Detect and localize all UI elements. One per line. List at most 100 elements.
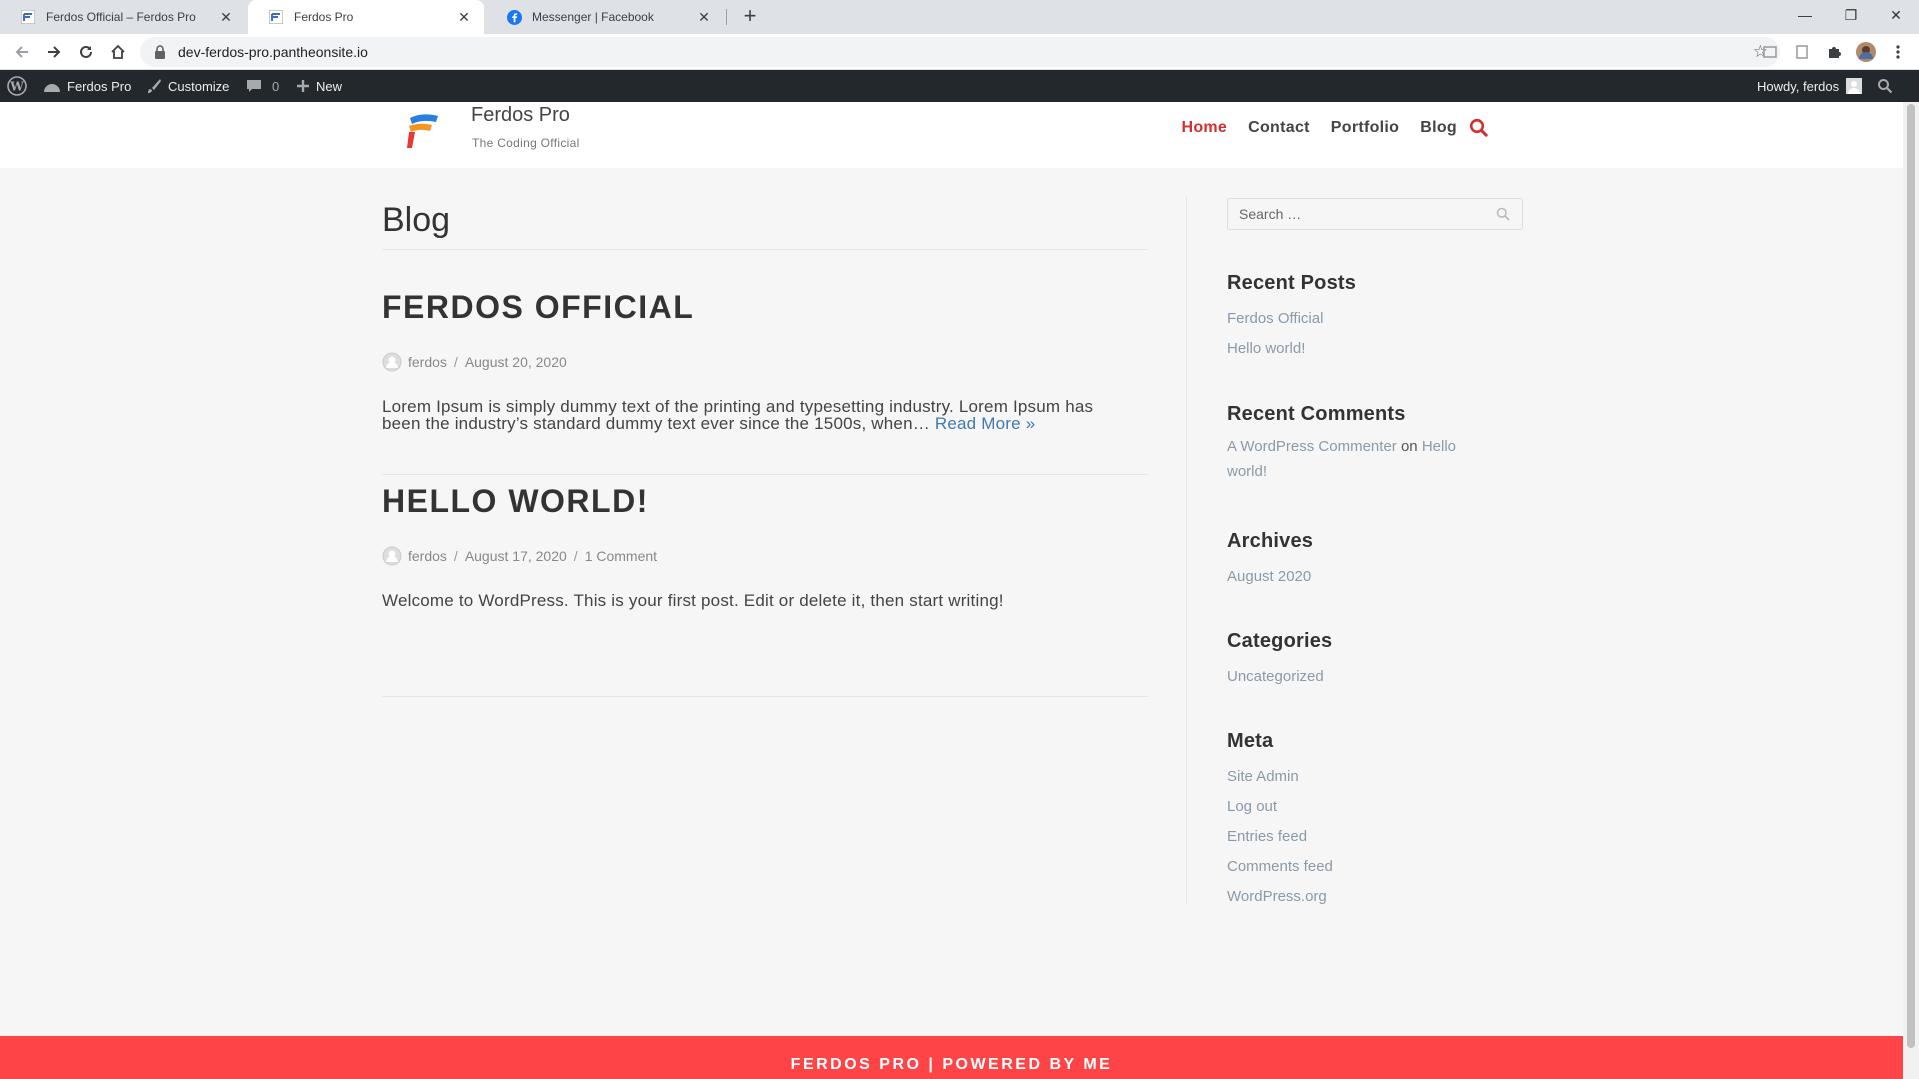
admin-search-icon[interactable] xyxy=(1877,70,1899,102)
meta-logout-link[interactable]: Log out xyxy=(1227,798,1277,815)
post-divider xyxy=(382,474,1148,475)
widget-title: Archives xyxy=(1227,530,1314,552)
post-meta: ferdos / August 17, 2020 / 1 Comment xyxy=(382,546,1148,566)
tab-title: Ferdos Official – Ferdos Pro xyxy=(46,10,196,24)
ferdos-favicon-icon xyxy=(268,9,284,25)
post-date[interactable]: August 20, 2020 xyxy=(465,354,567,370)
widget-recent-posts: Recent Posts Ferdos Official Hello world… xyxy=(1227,272,1523,364)
svg-text:W: W xyxy=(9,80,24,94)
post-title[interactable]: HELLO WORLD! xyxy=(382,483,1148,520)
category-link[interactable]: Uncategorized xyxy=(1227,668,1324,685)
profile-avatar[interactable] xyxy=(1856,42,1876,62)
widget-recent-comments: Recent Comments A WordPress Commenter on… xyxy=(1227,403,1523,484)
wordpress-logo-icon[interactable]: W xyxy=(7,70,33,102)
post-date[interactable]: August 17, 2020 xyxy=(465,548,567,564)
recent-post-link[interactable]: Ferdos Official xyxy=(1227,310,1323,327)
admin-comments-count: 0 xyxy=(272,78,280,94)
admin-customize-label: Customize xyxy=(168,78,230,94)
browser-toolbar: dev-ferdos-pro.pantheonsite.io ☆ xyxy=(0,34,1919,70)
nav-search-icon[interactable] xyxy=(1469,118,1488,137)
read-more-link[interactable]: Read More » xyxy=(935,414,1035,433)
browser-tab-3[interactable]: Messenger | Facebook ✕ xyxy=(486,0,724,34)
tab-title: Messenger | Facebook xyxy=(532,10,654,24)
back-icon[interactable] xyxy=(10,40,34,64)
nav-blog[interactable]: Blog xyxy=(1420,119,1457,137)
close-tab-icon[interactable]: ✕ xyxy=(218,9,234,26)
search-icon[interactable] xyxy=(1496,207,1510,224)
list-item: Entries feed xyxy=(1227,822,1523,852)
site-title[interactable]: Ferdos Pro xyxy=(471,104,570,127)
list-item: Ferdos Official xyxy=(1227,304,1523,334)
meta-comments-feed-link[interactable]: Comments feed xyxy=(1227,858,1333,875)
scrollbar-thumb[interactable] xyxy=(1907,104,1915,1048)
widget-archives: Archives August 2020 xyxy=(1227,530,1523,592)
cast-extension-icon[interactable] xyxy=(1760,42,1780,62)
post-entry: HELLO WORLD! ferdos / August 17, 2020 / … xyxy=(382,483,1148,609)
list-item: Site Admin xyxy=(1227,762,1523,792)
post-author[interactable]: ferdos xyxy=(408,354,447,370)
site-logo[interactable] xyxy=(404,110,440,150)
admin-howdy-label: Howdy, ferdos xyxy=(1757,78,1840,94)
close-tab-icon[interactable]: ✕ xyxy=(696,9,712,26)
browser-menu-icon[interactable] xyxy=(1888,42,1908,62)
post-entry: FERDOS OFFICIAL ferdos / August 20, 2020… xyxy=(382,289,1148,432)
reload-icon[interactable] xyxy=(74,40,98,64)
forward-icon[interactable] xyxy=(42,40,66,64)
admin-customize[interactable]: Customize xyxy=(146,70,229,102)
list-item: August 2020 xyxy=(1227,562,1523,592)
admin-howdy[interactable]: Howdy, ferdos xyxy=(1757,70,1863,102)
list-item: Comments feed xyxy=(1227,852,1523,882)
comment-author-link[interactable]: A WordPress Commenter xyxy=(1227,438,1397,455)
post-comments-link[interactable]: 1 Comment xyxy=(585,548,657,564)
nav-home[interactable]: Home xyxy=(1181,119,1227,137)
browser-tab-1[interactable]: Ferdos Official – Ferdos Pro ✕ xyxy=(0,0,246,34)
list-item: Uncategorized xyxy=(1227,662,1523,692)
admin-comments[interactable]: 0 xyxy=(246,70,279,102)
widget-title: Recent Posts xyxy=(1227,272,1357,294)
meta-wordpress-org-link[interactable]: WordPress.org xyxy=(1227,888,1327,905)
widget-title: Categories xyxy=(1227,630,1333,652)
recent-post-link[interactable]: Hello world! xyxy=(1227,340,1305,357)
post-divider xyxy=(382,696,1148,697)
post-excerpt: Welcome to WordPress. This is your first… xyxy=(382,591,1004,610)
browser-tab-2[interactable]: Ferdos Pro ✕ xyxy=(248,0,484,34)
post-title[interactable]: FERDOS OFFICIAL xyxy=(382,289,1148,326)
user-avatar-icon xyxy=(1846,78,1863,94)
meta-separator: / xyxy=(573,548,578,564)
site-tagline: The Coding Official xyxy=(472,136,580,150)
list-item: WordPress.org xyxy=(1227,882,1523,912)
list-item: Log out xyxy=(1227,792,1523,822)
restore-icon[interactable]: ❐ xyxy=(1828,0,1874,30)
sidebar-search-input[interactable]: Search … xyxy=(1227,198,1523,230)
footer-text: FERDOS PRO | POWERED BY ME xyxy=(790,1056,1113,1073)
post-author[interactable]: ferdos xyxy=(408,548,447,564)
tab-title: Ferdos Pro xyxy=(294,10,354,24)
recent-comment-item: A WordPress Commenter on Hello world! xyxy=(1227,434,1487,484)
search-placeholder: Search … xyxy=(1239,206,1302,222)
extension-page-icon[interactable] xyxy=(1792,42,1812,62)
meta-separator: / xyxy=(453,548,458,564)
close-window-icon[interactable]: ✕ xyxy=(1873,0,1919,30)
address-bar[interactable]: dev-ferdos-pro.pantheonsite.io ☆ xyxy=(140,37,1780,67)
home-icon[interactable] xyxy=(106,40,130,64)
wp-admin-bar: W Ferdos Pro Customize 0 New Howdy, ferd… xyxy=(0,70,1919,102)
sidebar-divider xyxy=(1186,197,1187,905)
brush-icon xyxy=(148,79,161,93)
comment-bubble-icon xyxy=(247,80,261,92)
list-item: Hello world! xyxy=(1227,334,1523,364)
admin-new[interactable]: New xyxy=(296,70,342,102)
archive-link[interactable]: August 2020 xyxy=(1227,568,1311,585)
extensions-puzzle-icon[interactable] xyxy=(1824,42,1844,62)
post-meta: ferdos / August 20, 2020 xyxy=(382,352,1148,372)
close-tab-icon[interactable]: ✕ xyxy=(456,9,472,26)
new-tab-button[interactable]: + xyxy=(738,5,762,29)
meta-entries-feed-link[interactable]: Entries feed xyxy=(1227,828,1307,845)
meta-site-admin-link[interactable]: Site Admin xyxy=(1227,768,1299,785)
comment-post-title-part-1: Hello xyxy=(1421,438,1456,455)
site-header: Ferdos Pro The Coding Official Home Cont… xyxy=(0,102,1903,168)
nav-portfolio[interactable]: Portfolio xyxy=(1331,119,1399,137)
nav-contact[interactable]: Contact xyxy=(1248,119,1310,137)
minimize-icon[interactable]: — xyxy=(1782,0,1828,30)
ferdos-favicon-icon xyxy=(20,9,36,25)
admin-site-name[interactable]: Ferdos Pro xyxy=(43,70,131,102)
